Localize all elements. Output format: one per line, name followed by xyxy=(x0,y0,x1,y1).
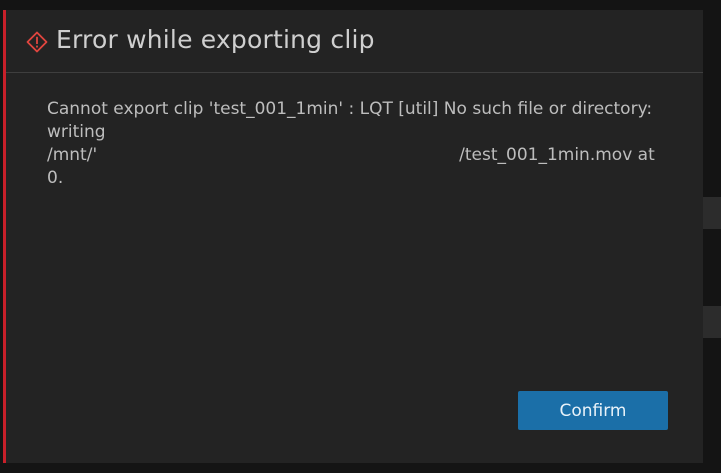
background-panel-edge xyxy=(701,197,721,229)
background-panel-edge xyxy=(701,306,721,338)
dialog-title: Error while exporting clip xyxy=(56,25,375,54)
error-message-line: Cannot export clip 'test_001_1min' : LQT… xyxy=(47,99,653,119)
error-dialog: Error while exporting clip Cannot export… xyxy=(3,10,703,463)
warning-diamond-icon xyxy=(26,31,48,53)
path-suffix: /test_001_1min.mov at xyxy=(459,145,655,165)
error-message-path-line: /mnt/' /test_001_1min.mov at xyxy=(47,144,667,167)
confirm-button[interactable]: Confirm xyxy=(518,391,668,430)
dialog-header: Error while exporting clip xyxy=(6,10,703,73)
error-message-line: writing xyxy=(47,122,106,142)
error-message: Cannot export clip 'test_001_1min' : LQT… xyxy=(47,98,667,190)
path-prefix: /mnt/' xyxy=(47,145,98,165)
error-message-line: 0. xyxy=(47,168,64,188)
